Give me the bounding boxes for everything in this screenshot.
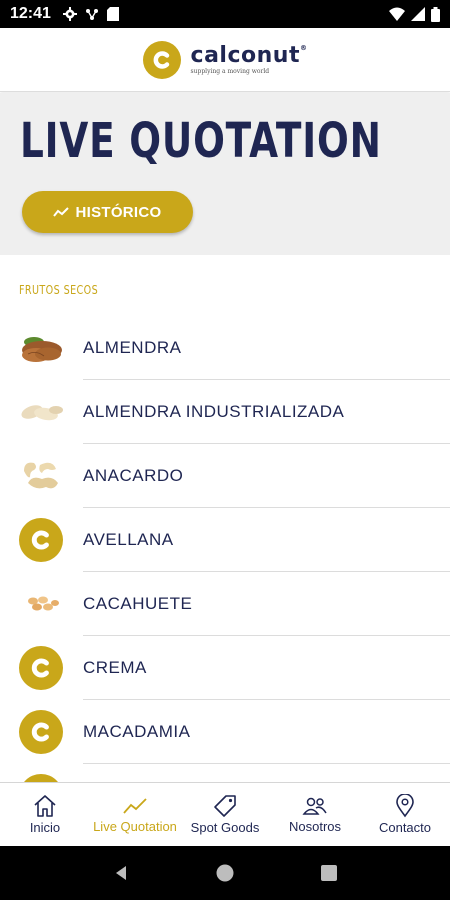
hero-section: LIVE QUOTATION HISTÓRICO	[0, 93, 450, 255]
signal-icon	[411, 7, 425, 21]
list-item[interactable]: ALMENDRA INDUSTRIALIZADA	[0, 380, 450, 444]
wifi-icon	[389, 7, 405, 21]
cashew-icon	[18, 453, 64, 499]
status-bar: 12:41	[0, 0, 450, 28]
location-pin-icon	[396, 794, 414, 818]
nav-nosotros[interactable]: Nosotros	[270, 783, 360, 846]
list-item-label: ALMENDRA	[83, 338, 182, 357]
recents-icon[interactable]	[320, 864, 338, 882]
status-system-icons	[389, 6, 440, 22]
network-icon	[85, 9, 98, 20]
calconut-logo-icon	[18, 517, 64, 563]
tag-icon	[214, 795, 236, 817]
nav-label: Nosotros	[288, 819, 342, 834]
home-circle-icon[interactable]	[215, 863, 235, 883]
battery-icon	[431, 6, 440, 22]
list-item[interactable]: AVELLANA	[0, 508, 450, 572]
list-item-partial[interactable]	[0, 764, 450, 782]
status-notification-icons	[62, 7, 119, 21]
almond-icon	[18, 325, 64, 371]
bottom-nav: Inicio Live Quotation Spot Goods Nosotro…	[0, 782, 450, 846]
system-nav-bar	[0, 846, 450, 900]
list-item-label: MACADAMIA	[83, 722, 191, 741]
list-item-label: CREMA	[83, 658, 147, 677]
list-item-label: CACAHUETE	[83, 594, 193, 613]
list-item[interactable]: CACAHUETE	[0, 572, 450, 636]
nav-label: Contacto	[378, 820, 432, 835]
list-item-label: ANACARDO	[83, 466, 184, 485]
nav-label: Inicio	[29, 820, 61, 835]
calconut-logo[interactable]: calconut® supplying a moving world	[142, 40, 308, 79]
section-label: FRUTOS SECOS	[19, 283, 99, 297]
brand-name: calconut®	[190, 42, 308, 68]
calconut-logo-icon	[18, 709, 64, 755]
calconut-logo-icon	[18, 645, 64, 691]
people-icon	[302, 797, 327, 815]
status-time: 12:41	[10, 5, 51, 22]
peanut-icon	[18, 581, 64, 627]
trend-icon	[53, 207, 70, 217]
sd-card-icon	[106, 7, 119, 21]
nav-spot-goods[interactable]: Spot Goods	[180, 783, 270, 846]
brand-tagline: supplying a moving world	[190, 67, 270, 75]
nav-contacto[interactable]: Contacto	[360, 783, 450, 846]
historico-button[interactable]: HISTÓRICO	[22, 191, 193, 233]
nav-live-quotation[interactable]: Live Quotation	[90, 783, 180, 846]
list-item-label: ALMENDRA INDUSTRIALIZADA	[83, 402, 345, 421]
list-item[interactable]: MACADAMIA	[0, 700, 450, 764]
nav-inicio[interactable]: Inicio	[0, 783, 90, 846]
almond-kernel-icon	[18, 389, 64, 435]
settings-icon	[62, 7, 77, 21]
historico-button-label: HISTÓRICO	[75, 203, 162, 221]
page-title: LIVE QUOTATION	[20, 113, 382, 169]
calconut-logo-icon	[142, 40, 181, 79]
home-icon	[34, 795, 56, 817]
back-icon[interactable]	[112, 864, 130, 882]
calconut-logo-icon	[18, 773, 64, 782]
nav-label: Live Quotation	[93, 819, 177, 834]
list-item[interactable]: ANACARDO	[0, 444, 450, 508]
nav-label: Spot Goods	[190, 820, 260, 835]
app-header: calconut® supplying a moving world	[0, 28, 450, 92]
trend-icon	[123, 798, 147, 814]
list-item-label: AVELLANA	[83, 530, 174, 549]
list-item[interactable]: ALMENDRA	[0, 316, 450, 380]
list-item[interactable]: CREMA	[0, 636, 450, 700]
product-list[interactable]: ALMENDRA ALMENDRA INDUSTRIALIZADA ANACAR…	[0, 316, 450, 782]
